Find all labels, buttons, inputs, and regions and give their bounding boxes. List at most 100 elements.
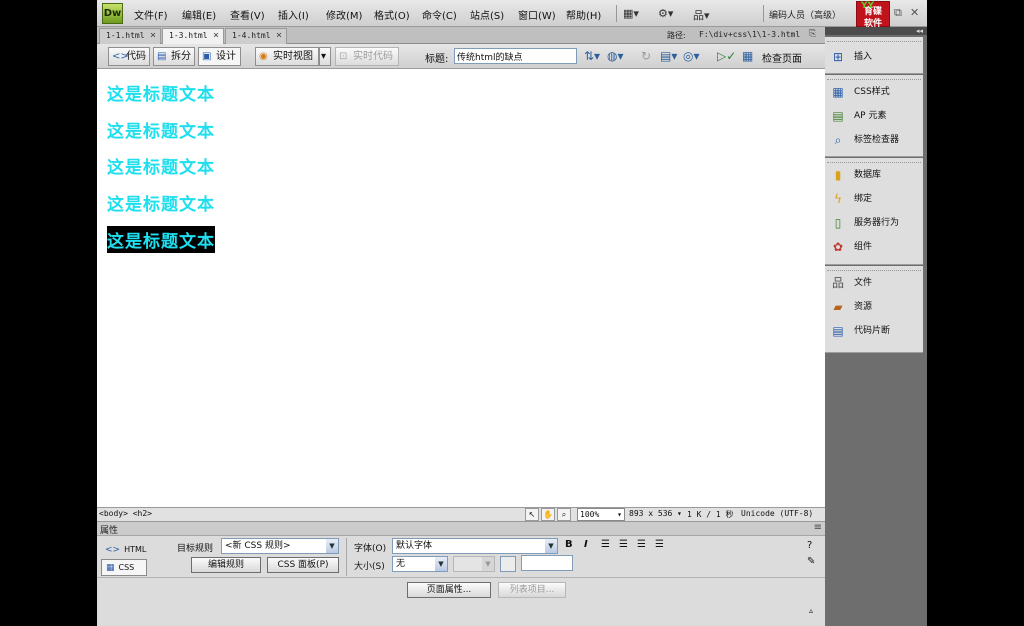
justify-icon[interactable]: ☰ xyxy=(655,539,664,550)
panel-item-css-styles[interactable]: ▦ CSS样式 xyxy=(825,80,923,104)
panel-item-label: 插入 xyxy=(854,52,873,62)
restore-icon[interactable]: ⧉ xyxy=(894,6,902,20)
menu-insert[interactable]: 插入(I) xyxy=(278,7,309,22)
menu-format[interactable]: 格式(O) xyxy=(374,7,410,22)
close-icon[interactable]: ✕ xyxy=(910,6,919,19)
live-code-button[interactable]: ⊡ 实时代码 xyxy=(335,47,399,66)
tab-label: 1-1.html xyxy=(106,31,145,40)
heading-text[interactable]: 这是标题文本 xyxy=(107,80,215,105)
panel-item-label: 标签检查器 xyxy=(854,135,900,145)
refresh-icon[interactable]: ↻ xyxy=(641,49,651,63)
css-mode-button[interactable]: ▦ CSS xyxy=(101,559,147,576)
heading-text[interactable]: 这是标题文本 xyxy=(107,153,215,178)
layout-icon[interactable]: ▦▾ xyxy=(623,7,639,20)
tab-1-4[interactable]: 1-4.html × xyxy=(225,28,287,44)
panel-item-bindings[interactable]: ϟ 绑定 xyxy=(825,187,923,211)
tag-selector[interactable]: <body> <h2> xyxy=(99,509,152,518)
panel-item-server-behaviors[interactable]: ▯ 服务器行为 xyxy=(825,211,923,235)
panel-item-snippets[interactable]: ▤ 代码片断 xyxy=(825,319,923,343)
menu-window[interactable]: 窗口(W) xyxy=(518,7,556,22)
code-view-button[interactable]: <>代码 xyxy=(108,47,150,66)
folder-icon[interactable]: ⎘ xyxy=(809,29,816,39)
database-icon: ▮ xyxy=(834,167,842,182)
italic-button[interactable]: I xyxy=(584,539,588,550)
font-label: 字体(O) xyxy=(354,544,387,554)
gear-icon[interactable]: ⚙▾ xyxy=(658,7,673,20)
collapse-panels-icon[interactable]: ◂◂ xyxy=(825,27,927,35)
preview-browser-icon[interactable]: ◍▾ xyxy=(607,49,624,63)
code-icon: <> xyxy=(112,51,129,62)
hand-tool-icon[interactable]: ✋ xyxy=(541,508,555,521)
collapse-icon[interactable]: ▵ xyxy=(809,606,813,615)
panel-item-tag-inspector[interactable]: ⌕ 标签检查器 xyxy=(825,128,923,152)
heading-text[interactable]: 这是标题文本 xyxy=(107,117,215,142)
menu-modify[interactable]: 修改(M) xyxy=(326,7,362,22)
color-picker[interactable] xyxy=(500,556,516,572)
check-page-icon[interactable]: ▦ xyxy=(742,49,753,63)
check-page-button[interactable]: 检查页面 xyxy=(762,50,802,65)
align-right-icon[interactable]: ☰ xyxy=(637,539,646,550)
menu-edit[interactable]: 编辑(E) xyxy=(182,7,216,22)
live-view-dropdown[interactable]: ▾ xyxy=(319,47,331,66)
bindings-icon: ϟ xyxy=(834,191,842,206)
html-mode-button[interactable]: <> HTML xyxy=(101,542,149,559)
panel-item-components[interactable]: ✿ 组件 xyxy=(825,235,923,259)
zoom-tool-icon[interactable]: ⌕ xyxy=(557,508,571,521)
properties-tab[interactable]: 属性 xyxy=(100,523,118,536)
menu-help[interactable]: 帮助(H) xyxy=(566,7,601,22)
menu-site[interactable]: 站点(S) xyxy=(470,7,504,22)
edit-rule-button[interactable]: 编辑规则 xyxy=(191,557,261,573)
design-view-button[interactable]: ▣ 设计 xyxy=(198,47,241,66)
quick-tag-editor-icon[interactable]: ✎ xyxy=(807,556,815,567)
panel-item-databases[interactable]: ▮ 数据库 xyxy=(825,163,923,187)
pointer-tool-icon[interactable]: ↖ xyxy=(525,508,539,521)
menu-view[interactable]: 查看(V) xyxy=(230,7,265,22)
tab-1-1[interactable]: 1-1.html × xyxy=(99,28,161,44)
app-logo: Dw xyxy=(102,3,123,24)
site-map-icon[interactable]: 品▾ xyxy=(693,7,710,23)
server-behaviors-icon: ▯ xyxy=(834,215,842,230)
close-tab-icon[interactable]: × xyxy=(276,29,282,43)
bold-button[interactable]: B xyxy=(565,539,573,550)
file-management-icon[interactable]: ⇅▾ xyxy=(584,49,600,63)
panel-group-files: 品文件 ▰ 资源 ▤ 代码片断 xyxy=(825,266,923,353)
align-center-icon[interactable]: ☰ xyxy=(619,539,628,550)
workspace-switcher[interactable]: 编码人员（高级） xyxy=(769,8,841,21)
panel-item-insert[interactable]: ⊞ 插入 xyxy=(825,45,923,69)
download-size: 1 K / 1 秒 xyxy=(687,510,734,519)
align-left-icon[interactable]: ☰ xyxy=(601,539,610,550)
view-options-icon[interactable]: ▤▾ xyxy=(660,49,677,63)
close-tab-icon[interactable]: × xyxy=(213,29,219,43)
css-panel-button[interactable]: CSS 面板(P) xyxy=(267,557,339,573)
window-size[interactable]: 893 x 536 xyxy=(629,509,672,518)
size-select[interactable]: 无 ▼ xyxy=(392,556,448,572)
visual-aids-icon[interactable]: ◎▾ xyxy=(683,49,700,63)
design-view-canvas[interactable]: 这是标题文本 这是标题文本 这是标题文本 这是标题文本 这是标题文本 xyxy=(97,69,825,508)
size-unit-select[interactable]: ▼ xyxy=(453,556,495,572)
validate-icon[interactable]: ▷✓ xyxy=(717,49,736,63)
tab-1-3[interactable]: 1-3.html × xyxy=(162,28,224,45)
css-mode-label: CSS xyxy=(118,563,135,572)
help-icon[interactable]: ? xyxy=(807,540,812,551)
panel-item-files[interactable]: 品文件 xyxy=(825,271,923,295)
font-select[interactable]: 默认字体 ▼ xyxy=(392,538,558,554)
panel-item-assets[interactable]: ▰ 资源 xyxy=(825,295,923,319)
heading-text[interactable]: 这是标题文本 xyxy=(107,190,215,215)
title-input[interactable] xyxy=(454,48,577,64)
page-properties-button[interactable]: 页面属性... xyxy=(407,582,491,598)
close-tab-icon[interactable]: × xyxy=(150,29,156,43)
panel-menu-icon[interactable]: ≡ xyxy=(814,522,822,533)
target-rule-select[interactable]: <新 CSS 规则> ▼ xyxy=(221,538,339,554)
split-view-button[interactable]: ▤ 拆分 xyxy=(153,47,195,66)
list-items-button[interactable]: 列表项目... xyxy=(498,582,566,598)
color-input[interactable] xyxy=(521,555,573,571)
panel-grip[interactable] xyxy=(827,37,921,42)
panel-item-ap-elements[interactable]: ▤ AP 元素 xyxy=(825,104,923,128)
heading-text-selected[interactable]: 这是标题文本 xyxy=(107,226,215,253)
zoom-select[interactable]: 100% ▾ xyxy=(577,508,625,521)
live-view-button[interactable]: ◉ 实时视图 xyxy=(255,47,319,66)
chevron-down-icon[interactable]: ▾ xyxy=(677,509,682,518)
menu-commands[interactable]: 命令(C) xyxy=(422,7,457,22)
menu-file[interactable]: 文件(F) xyxy=(134,7,168,22)
live-code-icon: ⊡ xyxy=(339,51,348,62)
